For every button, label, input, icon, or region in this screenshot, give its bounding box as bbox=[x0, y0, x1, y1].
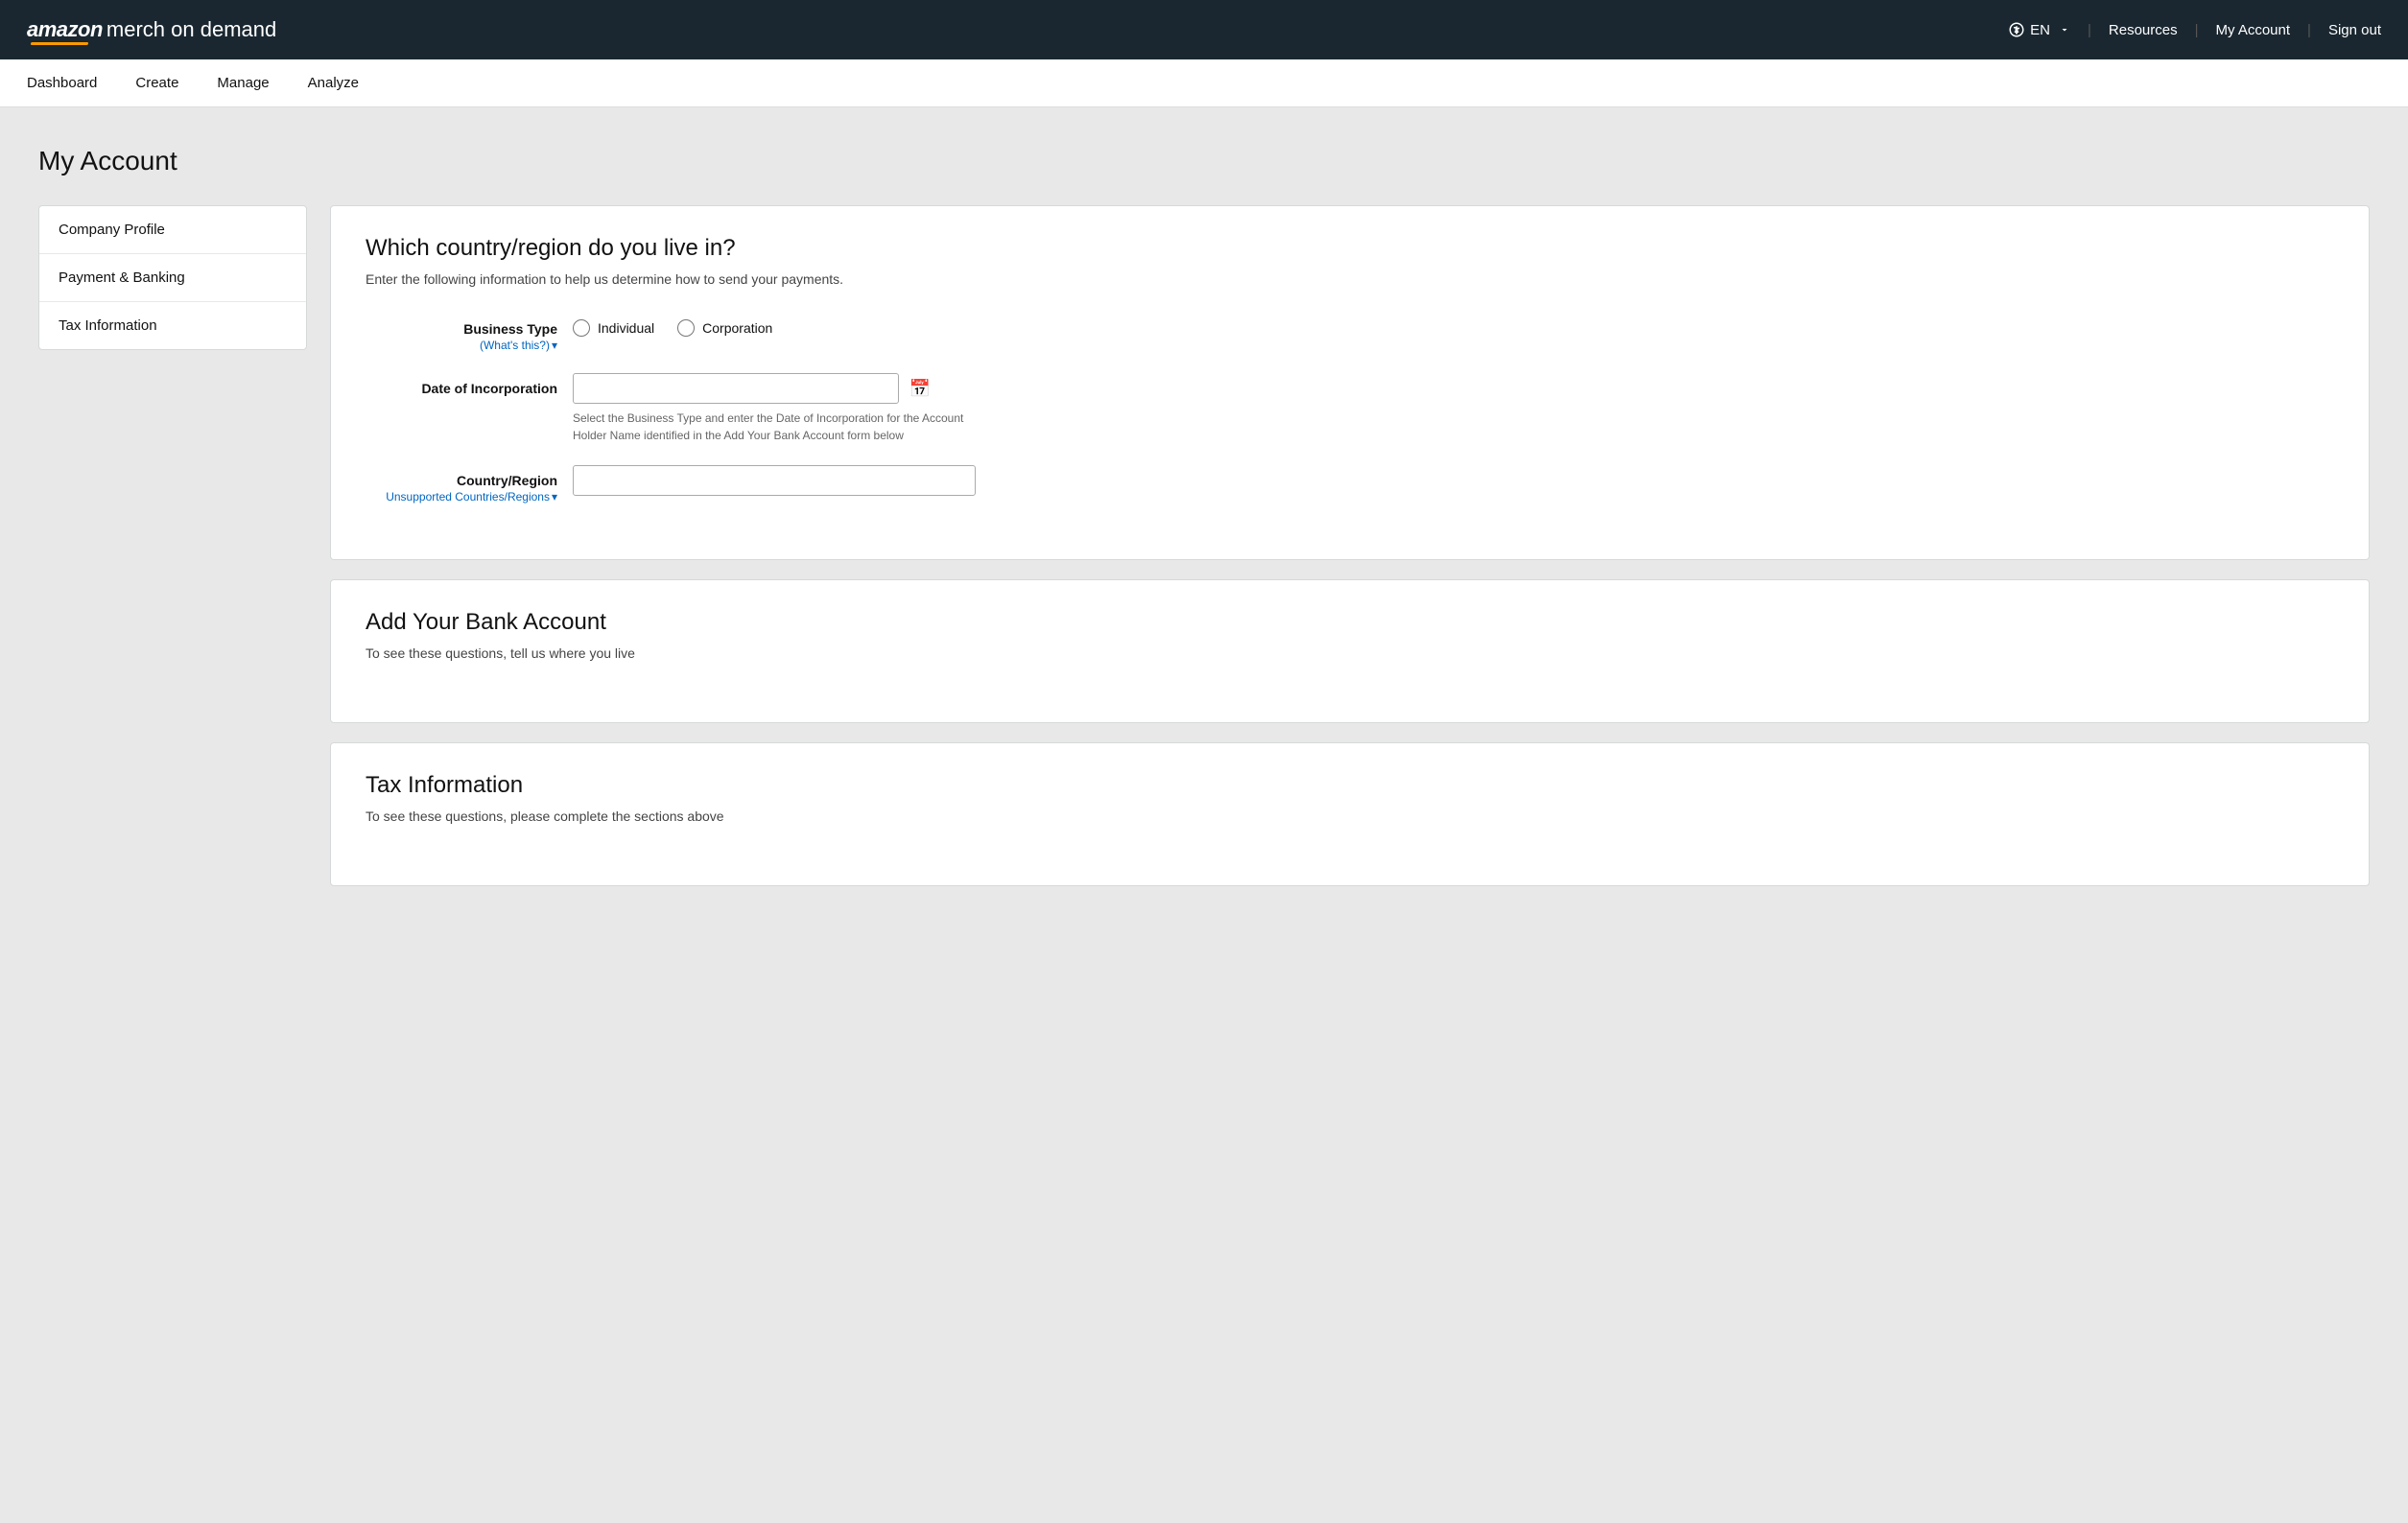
business-type-radio-group: Individual Corporation bbox=[573, 314, 2334, 337]
globe-icon bbox=[2008, 21, 2025, 38]
chevron-down-icon: ▾ bbox=[552, 339, 557, 352]
top-nav-right: EN | Resources | My Account | Sign out bbox=[2008, 21, 2381, 38]
section-country-title: Which country/region do you live in? bbox=[366, 235, 2334, 262]
section-bank-card: Add Your Bank Account To see these quest… bbox=[330, 579, 2370, 723]
date-label: Date of Incorporation bbox=[366, 381, 557, 396]
nav-analyze[interactable]: Analyze bbox=[308, 61, 359, 105]
date-input-wrapper: 📅 bbox=[573, 373, 2334, 404]
unsupported-countries-link[interactable]: Unsupported Countries/Regions ▾ bbox=[366, 490, 557, 504]
whats-this-link[interactable]: (What's this?) ▾ bbox=[366, 339, 557, 352]
date-input[interactable] bbox=[573, 373, 899, 404]
business-type-label: Business Type bbox=[366, 321, 557, 337]
date-control-col: 📅 Select the Business Type and enter the… bbox=[573, 373, 2334, 444]
sidebar-item-company-profile[interactable]: Company Profile bbox=[39, 206, 306, 254]
top-nav: amazon merch on demand EN | Resources | … bbox=[0, 0, 2408, 59]
country-input[interactable] bbox=[573, 465, 976, 496]
page-content: My Account Company Profile Payment & Ban… bbox=[0, 107, 2408, 925]
country-control-col bbox=[573, 465, 2334, 496]
radio-individual[interactable]: Individual bbox=[573, 319, 654, 337]
date-hint: Select the Business Type and enter the D… bbox=[573, 410, 976, 444]
layout: Company Profile Payment & Banking Tax In… bbox=[38, 205, 2370, 886]
business-type-row: Business Type (What's this?) ▾ Individua… bbox=[366, 314, 2334, 352]
radio-corporation-label: Corporation bbox=[702, 320, 772, 336]
section-tax-card: Tax Information To see these questions, … bbox=[330, 742, 2370, 886]
sidebar-item-payment-banking[interactable]: Payment & Banking bbox=[39, 254, 306, 302]
logo-rest: merch on demand bbox=[106, 17, 276, 42]
sub-nav: Dashboard Create Manage Analyze bbox=[0, 59, 2408, 107]
sidebar-item-tax-information[interactable]: Tax Information bbox=[39, 302, 306, 349]
section-bank-subtitle: To see these questions, tell us where yo… bbox=[366, 645, 2334, 661]
my-account-link[interactable]: My Account bbox=[2216, 22, 2291, 38]
calendar-icon[interactable]: 📅 bbox=[907, 375, 933, 402]
date-incorporation-row: Date of Incorporation 📅 Select the Busin… bbox=[366, 373, 2334, 444]
logo-amazon: amazon bbox=[27, 17, 103, 42]
logo: amazon merch on demand bbox=[27, 17, 276, 42]
section-country-subtitle: Enter the following information to help … bbox=[366, 271, 2334, 287]
chevron-down-icon bbox=[2059, 24, 2070, 35]
lang-selector[interactable]: EN bbox=[2008, 21, 2070, 38]
business-type-control-col: Individual Corporation bbox=[573, 314, 2334, 337]
nav-manage[interactable]: Manage bbox=[217, 61, 269, 105]
separator-3: | bbox=[2307, 22, 2311, 38]
date-label-col: Date of Incorporation bbox=[366, 373, 557, 396]
lang-label: EN bbox=[2030, 22, 2050, 38]
separator-2: | bbox=[2195, 22, 2199, 38]
radio-corporation[interactable]: Corporation bbox=[677, 319, 772, 337]
section-country-card: Which country/region do you live in? Ent… bbox=[330, 205, 2370, 560]
country-region-row: Country/Region Unsupported Countries/Reg… bbox=[366, 465, 2334, 504]
chevron-down-icon-2: ▾ bbox=[552, 490, 557, 504]
section-bank-title: Add Your Bank Account bbox=[366, 609, 2334, 636]
resources-link[interactable]: Resources bbox=[2109, 22, 2178, 38]
sidebar: Company Profile Payment & Banking Tax In… bbox=[38, 205, 307, 350]
section-tax-subtitle: To see these questions, please complete … bbox=[366, 808, 2334, 824]
section-tax-title: Tax Information bbox=[366, 772, 2334, 799]
page-title: My Account bbox=[38, 146, 2370, 176]
country-label: Country/Region bbox=[366, 473, 557, 488]
radio-corporation-input[interactable] bbox=[677, 319, 695, 337]
radio-individual-label: Individual bbox=[598, 320, 654, 336]
main-content: Which country/region do you live in? Ent… bbox=[330, 205, 2370, 886]
country-label-col: Country/Region Unsupported Countries/Reg… bbox=[366, 465, 557, 504]
nav-create[interactable]: Create bbox=[135, 61, 178, 105]
radio-individual-input[interactable] bbox=[573, 319, 590, 337]
business-type-label-col: Business Type (What's this?) ▾ bbox=[366, 314, 557, 352]
sign-out-link[interactable]: Sign out bbox=[2328, 22, 2381, 38]
nav-dashboard[interactable]: Dashboard bbox=[27, 61, 97, 105]
separator-1: | bbox=[2088, 22, 2091, 38]
